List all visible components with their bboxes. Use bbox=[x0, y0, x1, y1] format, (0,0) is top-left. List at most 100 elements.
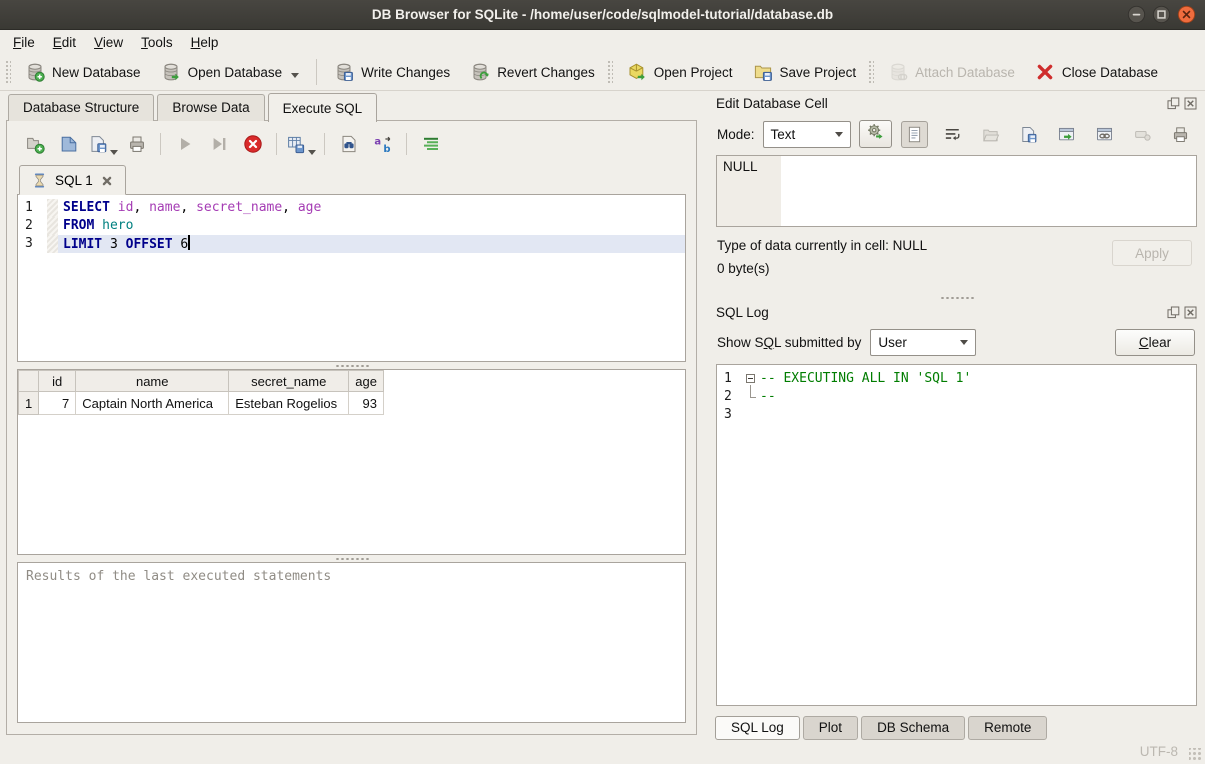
table-message-splitter[interactable] bbox=[17, 555, 686, 562]
app-window: DB Browser for SQLite - /home/user/code/… bbox=[0, 0, 1205, 764]
execute-line-icon bbox=[209, 134, 229, 154]
replace-button[interactable]: ab bbox=[367, 130, 398, 159]
column-header-id[interactable]: id bbox=[39, 371, 76, 392]
new-database-button[interactable]: New Database bbox=[15, 57, 151, 87]
print-cell-button[interactable] bbox=[1167, 121, 1194, 148]
bottom-tab-remote[interactable]: Remote bbox=[968, 716, 1047, 740]
results-table: idnamesecret_nameage 17Captain North Ame… bbox=[18, 370, 384, 415]
write-changes-button[interactable]: Write Changes bbox=[324, 57, 460, 87]
minimize-button[interactable] bbox=[1127, 5, 1146, 24]
open-project-button[interactable]: Open Project bbox=[617, 57, 743, 87]
text-mode-button[interactable] bbox=[901, 121, 928, 148]
maximize-button[interactable] bbox=[1152, 5, 1171, 24]
sql-log-view[interactable]: 1-- EXECUTING ALL IN 'SQL 1'2--3 bbox=[716, 364, 1197, 706]
corner-header[interactable] bbox=[19, 371, 39, 392]
open-database-button[interactable]: Open Database bbox=[151, 57, 310, 87]
chevron-down-icon bbox=[960, 340, 968, 345]
dock-close-icon[interactable] bbox=[1184, 306, 1197, 319]
auto-format-button[interactable] bbox=[859, 120, 892, 148]
bottom-tab-sql-log[interactable]: SQL Log bbox=[715, 716, 800, 740]
cell-editor[interactable]: NULL bbox=[716, 155, 1197, 227]
format-sql-icon bbox=[421, 134, 441, 154]
dock-float-icon[interactable] bbox=[1167, 97, 1180, 110]
edit-cell-dock-title: Edit Database Cell bbox=[716, 96, 828, 111]
sql-tab-bar: SQL 1 bbox=[17, 162, 686, 194]
row-header[interactable]: 1 bbox=[19, 392, 39, 415]
menu-view[interactable]: View bbox=[85, 32, 132, 53]
tab-execute-sql[interactable]: Execute SQL bbox=[268, 93, 378, 122]
execute-all-button bbox=[169, 130, 200, 159]
table-cell[interactable]: 7 bbox=[39, 392, 76, 415]
menu-bar: FileEditViewToolsHelp bbox=[0, 30, 1205, 54]
menu-file[interactable]: File bbox=[4, 32, 44, 53]
table-cell[interactable]: Captain North America bbox=[76, 392, 229, 415]
execute-all-icon bbox=[175, 134, 195, 154]
tab-database-structure[interactable]: Database Structure bbox=[8, 94, 154, 121]
table-cell[interactable]: Esteban Rogelios bbox=[229, 392, 349, 415]
tab-close-icon[interactable] bbox=[100, 174, 114, 188]
revert-changes-button[interactable]: Revert Changes bbox=[460, 57, 605, 87]
toolbar-separator bbox=[316, 59, 317, 85]
sql-tab-label: SQL 1 bbox=[55, 173, 93, 188]
external-edit-button[interactable] bbox=[1053, 121, 1080, 148]
chevron-down-icon[interactable] bbox=[308, 150, 316, 155]
title-bar[interactable]: DB Browser for SQLite - /home/user/code/… bbox=[0, 0, 1205, 30]
mode-combobox-value: Text bbox=[771, 127, 796, 142]
status-bar: UTF-8 bbox=[0, 740, 1205, 764]
save-sql-file-button[interactable] bbox=[87, 130, 118, 159]
toolbar-separator bbox=[406, 133, 407, 155]
sql-tab[interactable]: SQL 1 bbox=[19, 165, 126, 195]
clear-button[interactable]: Clear bbox=[1115, 329, 1195, 356]
sql-editor[interactable]: 1SELECT id, name, secret_name, age2FROM … bbox=[17, 194, 686, 362]
menu-edit[interactable]: Edit bbox=[44, 32, 85, 53]
svg-text:b: b bbox=[383, 144, 390, 154]
sql-log-filter-row: Show SQL submitted by User Clear bbox=[714, 323, 1199, 364]
save-project-button[interactable]: Save Project bbox=[743, 57, 867, 87]
submitted-by-value: User bbox=[878, 335, 907, 350]
open-sql-file-button[interactable] bbox=[53, 130, 84, 159]
menu-help[interactable]: Help bbox=[182, 32, 228, 53]
export-results-button[interactable] bbox=[285, 130, 316, 159]
submitted-by-combobox[interactable]: User bbox=[870, 329, 976, 356]
dock-close-icon[interactable] bbox=[1184, 97, 1197, 110]
bottom-tab-plot[interactable]: Plot bbox=[803, 716, 858, 740]
fold-margin[interactable] bbox=[743, 370, 760, 388]
print-button[interactable] bbox=[121, 130, 152, 159]
chevron-down-icon[interactable] bbox=[110, 150, 118, 155]
menu-tools[interactable]: Tools bbox=[132, 32, 182, 53]
mode-combobox[interactable]: Text bbox=[763, 121, 851, 148]
export-cell-button[interactable] bbox=[1015, 121, 1042, 148]
code-text: LIMIT 3 OFFSET 6 bbox=[58, 235, 685, 253]
log-line: 3 bbox=[717, 406, 1196, 424]
column-header-name[interactable]: name bbox=[76, 371, 229, 392]
apply-button[interactable]: Apply bbox=[1112, 240, 1192, 266]
find-button[interactable] bbox=[333, 130, 364, 159]
encoding-indicator[interactable]: UTF-8 bbox=[1140, 744, 1178, 759]
word-wrap-button[interactable] bbox=[939, 121, 966, 148]
execute-sql-pane: ab SQL 1 1SELECT id, name, secret_name, … bbox=[6, 120, 697, 735]
line-number: 3 bbox=[18, 235, 47, 253]
text-cursor bbox=[188, 235, 190, 250]
dock-float-icon[interactable] bbox=[1167, 306, 1180, 319]
print-icon bbox=[127, 134, 147, 154]
table-cell[interactable]: 93 bbox=[349, 392, 384, 415]
link-cell-icon bbox=[1095, 125, 1114, 144]
close-database-button[interactable]: Close Database bbox=[1025, 57, 1168, 87]
link-cell-button[interactable] bbox=[1091, 121, 1118, 148]
dock-splitter[interactable] bbox=[714, 294, 1199, 302]
bottom-tab-db-schema[interactable]: DB Schema bbox=[861, 716, 965, 740]
resize-grip-icon[interactable] bbox=[1189, 748, 1202, 761]
format-sql-button[interactable] bbox=[415, 130, 446, 159]
open-sql-file-icon bbox=[59, 134, 79, 154]
save-project-icon bbox=[753, 62, 773, 82]
editor-line: 2FROM hero bbox=[18, 217, 685, 235]
results-grid[interactable]: idnamesecret_nameage 17Captain North Ame… bbox=[17, 369, 686, 555]
close-button[interactable] bbox=[1177, 5, 1196, 24]
column-header-age[interactable]: age bbox=[349, 371, 384, 392]
chevron-down-icon[interactable] bbox=[291, 73, 299, 78]
editor-table-splitter[interactable] bbox=[17, 362, 686, 369]
new-sql-tab-button[interactable] bbox=[19, 130, 50, 159]
tab-browse-data[interactable]: Browse Data bbox=[157, 94, 264, 121]
column-header-secret_name[interactable]: secret_name bbox=[229, 371, 349, 392]
stop-button[interactable] bbox=[237, 130, 268, 159]
